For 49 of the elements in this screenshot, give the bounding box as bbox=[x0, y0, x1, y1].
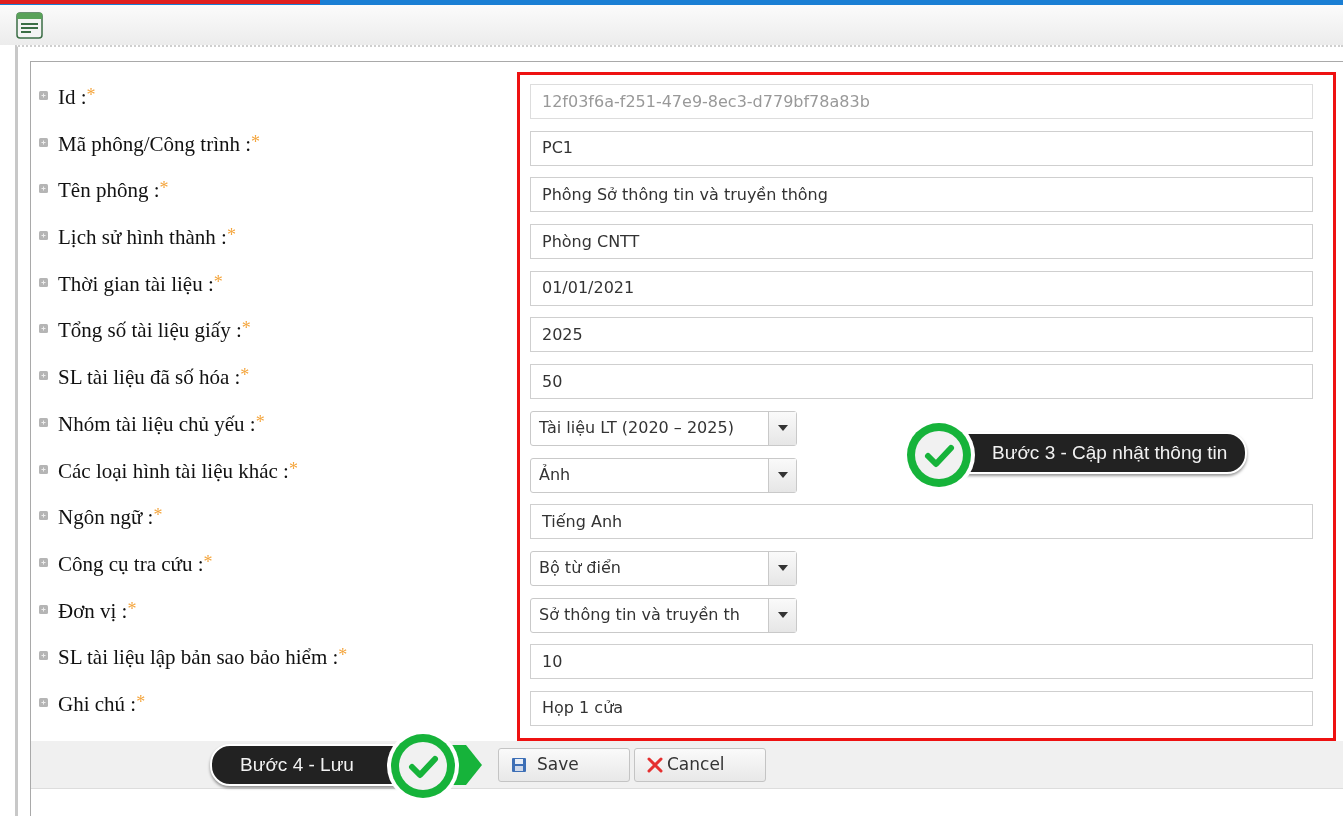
input-field[interactable]: 2025 bbox=[530, 317, 1313, 353]
field-label: Thời gian tài liệu :* bbox=[58, 271, 223, 297]
bullet-icon bbox=[39, 231, 48, 241]
input-field[interactable]: 01/01/2021 bbox=[530, 270, 1313, 306]
bullet-icon bbox=[39, 697, 48, 707]
bullet-icon bbox=[39, 511, 48, 521]
field-label: Tổng số tài liệu giấy :* bbox=[58, 318, 251, 344]
field-label: Lịch sử hình thành :* bbox=[58, 225, 236, 251]
field-label: Công cụ tra cứu :* bbox=[58, 551, 213, 578]
form-icon bbox=[16, 11, 43, 39]
input-field[interactable]: PC1 bbox=[530, 130, 1313, 166]
caret-icon bbox=[777, 565, 788, 572]
input-field[interactable]: Phòng CNTT bbox=[530, 224, 1313, 260]
bullet-icon bbox=[39, 184, 48, 194]
field-label: SL tài liệu lập bản sao bảo hiểm :* bbox=[58, 645, 348, 671]
input-field[interactable]: 50 bbox=[530, 364, 1313, 400]
caret-icon bbox=[777, 425, 788, 432]
field-label: SL tài liệu đã số hóa :* bbox=[58, 365, 250, 391]
bullet-icon bbox=[39, 137, 48, 147]
field-label: Id :* bbox=[58, 85, 96, 111]
field-label: Ngôn ngữ :* bbox=[58, 505, 163, 531]
input-field[interactable]: 10 bbox=[530, 644, 1313, 680]
dropdown[interactable]: Bộ từ điển bbox=[530, 550, 797, 586]
bullet-icon bbox=[39, 464, 48, 474]
input-field[interactable]: Họp 1 cửa bbox=[530, 690, 1313, 726]
caret-icon bbox=[777, 612, 788, 619]
field-label: Mã phông/Công trình :* bbox=[58, 131, 261, 157]
bullet-icon bbox=[39, 371, 48, 381]
field-label: Nhóm tài liệu chủ yếu :* bbox=[58, 411, 265, 437]
bullet-icon bbox=[39, 417, 48, 427]
field-label: Ghi chú :* bbox=[58, 691, 146, 718]
bullet-icon bbox=[39, 91, 48, 100]
field-label: Các loại hình tài liệu khác :* bbox=[58, 458, 298, 484]
field-label: Đơn vị :* bbox=[58, 598, 137, 624]
field-label: Tên phông :* bbox=[58, 178, 169, 204]
dropdown[interactable]: Tài liệu LT (2020 – 2025) bbox=[530, 410, 797, 446]
bullet-icon bbox=[39, 277, 48, 287]
bullet-icon bbox=[39, 557, 48, 567]
bullet-icon bbox=[39, 324, 48, 334]
bullet-icon bbox=[39, 651, 48, 661]
save-button[interactable]: Save bbox=[498, 747, 630, 782]
bullet-icon bbox=[39, 604, 48, 614]
dropdown[interactable]: Ảnh bbox=[530, 457, 797, 493]
cancel-button[interactable]: Cancel bbox=[634, 747, 766, 782]
close-icon bbox=[647, 756, 663, 773]
dropdown[interactable]: Sở thông tin và truyền th bbox=[530, 597, 797, 633]
input-field[interactable]: Phông Sở thông tin và truyền thông bbox=[530, 177, 1313, 213]
caret-icon bbox=[777, 472, 788, 478]
input-field[interactable]: Tiếng Anh bbox=[530, 504, 1313, 540]
